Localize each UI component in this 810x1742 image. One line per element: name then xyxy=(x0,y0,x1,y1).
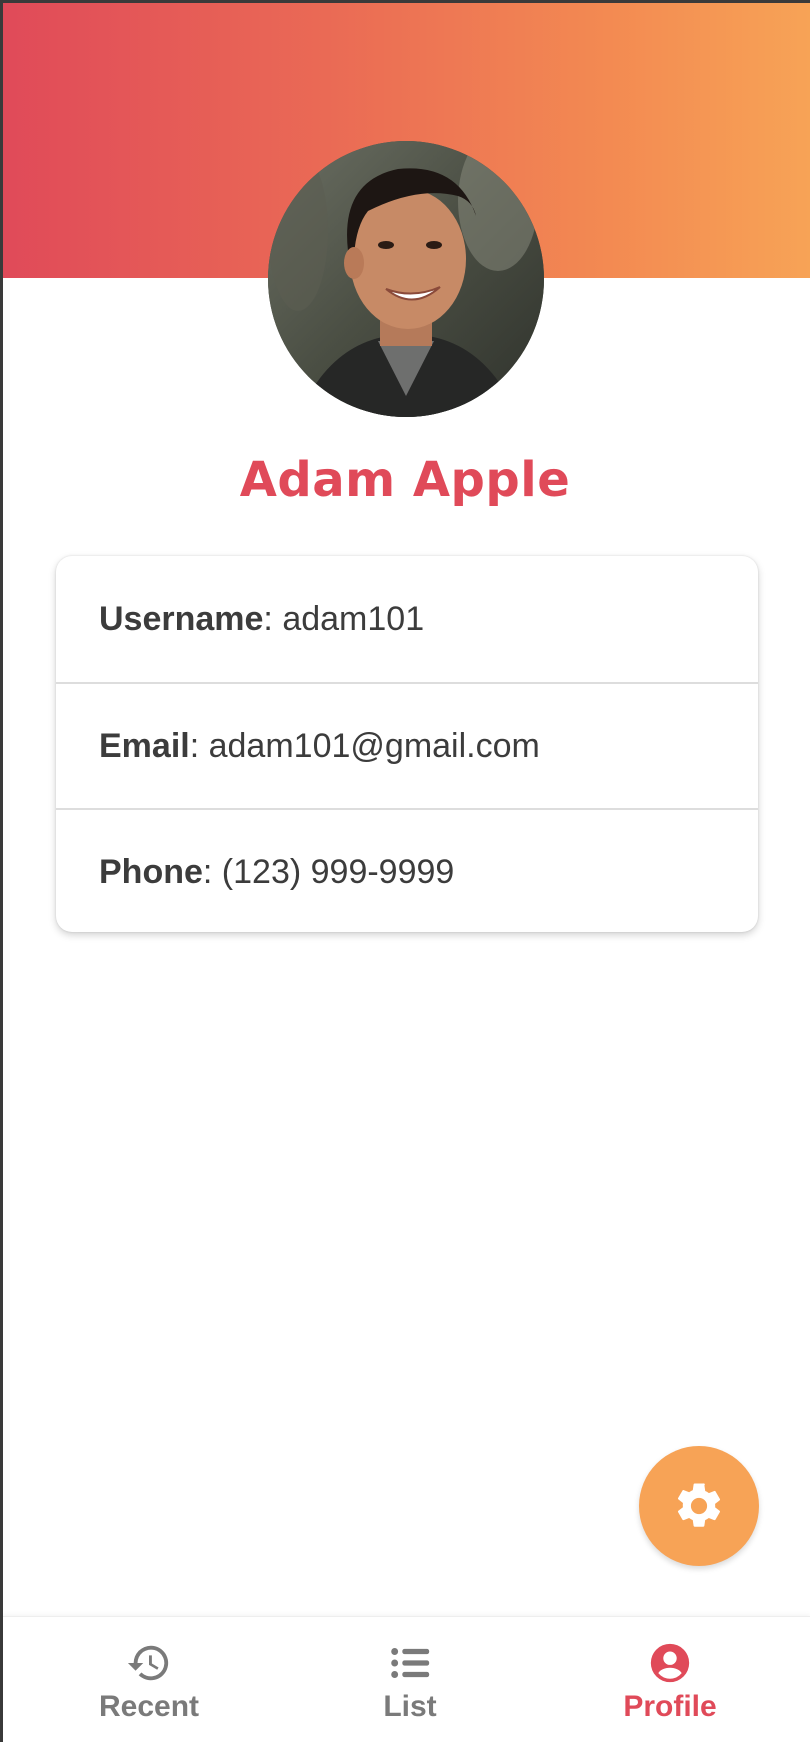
nav-item-list[interactable]: List xyxy=(320,1617,500,1742)
username-label: Username xyxy=(99,599,264,638)
phone-label: Phone xyxy=(99,852,203,891)
settings-fab-button[interactable] xyxy=(639,1446,759,1566)
nav-item-recent[interactable]: Recent xyxy=(59,1617,239,1742)
profile-details-card: Username: adam101 Email: adam101@gmail.c… xyxy=(56,556,758,932)
history-icon xyxy=(127,1645,169,1681)
bottom-navigation: Recent List Profile xyxy=(3,1616,810,1742)
gear-icon xyxy=(677,1483,721,1527)
nav-item-profile[interactable]: Profile xyxy=(580,1617,760,1742)
nav-label-list: List xyxy=(383,1690,437,1723)
profile-screen: Adam Apple Username: adam101 Email: adam… xyxy=(0,0,810,1742)
username-row: Username: adam101 xyxy=(56,556,758,682)
email-row: Email: adam101@gmail.com xyxy=(56,682,758,808)
nav-label-recent: Recent xyxy=(98,1690,200,1723)
avatar xyxy=(268,141,544,417)
email-separator: : xyxy=(189,726,200,765)
profile-name: Adam Apple xyxy=(239,452,571,508)
avatar-photo xyxy=(268,141,544,417)
account-circle-icon xyxy=(650,1643,690,1683)
username-value: adam101 xyxy=(272,599,425,638)
username-separator: : xyxy=(263,599,273,638)
email-value: adam101@gmail.com xyxy=(199,726,540,765)
phone-row: Phone: (123) 999-9999 xyxy=(56,808,758,932)
phone-separator: : xyxy=(202,852,213,891)
phone-value: (123) 999-9999 xyxy=(212,852,455,891)
email-label: Email xyxy=(99,726,190,765)
list-icon xyxy=(391,1648,430,1678)
nav-label-profile: Profile xyxy=(623,1690,717,1723)
